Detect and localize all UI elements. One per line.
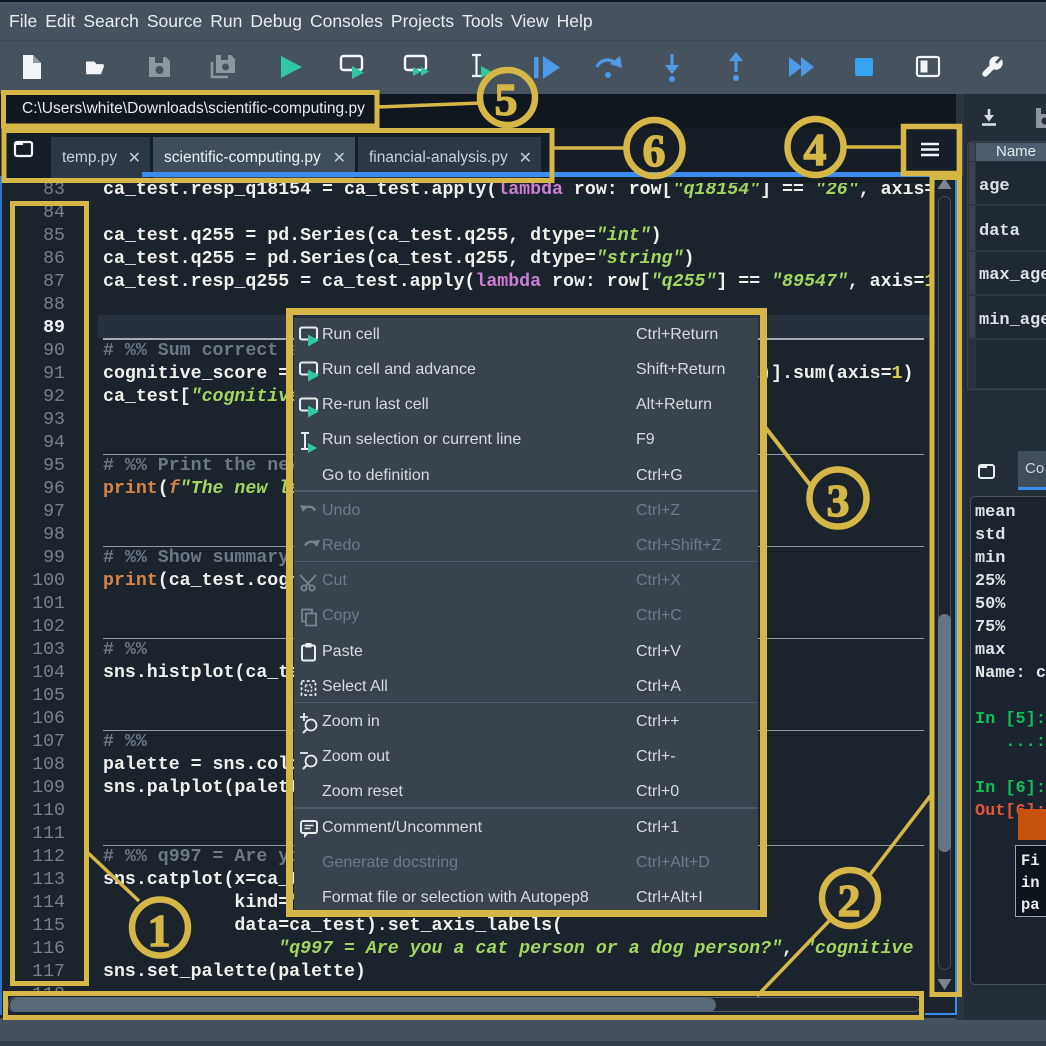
svg-text:3: 3: [827, 475, 850, 526]
svg-text:6: 6: [643, 125, 666, 176]
svg-text:2: 2: [838, 875, 861, 926]
svg-text:5: 5: [495, 74, 518, 125]
svg-text:1: 1: [148, 905, 171, 956]
svg-text:4: 4: [804, 124, 827, 175]
